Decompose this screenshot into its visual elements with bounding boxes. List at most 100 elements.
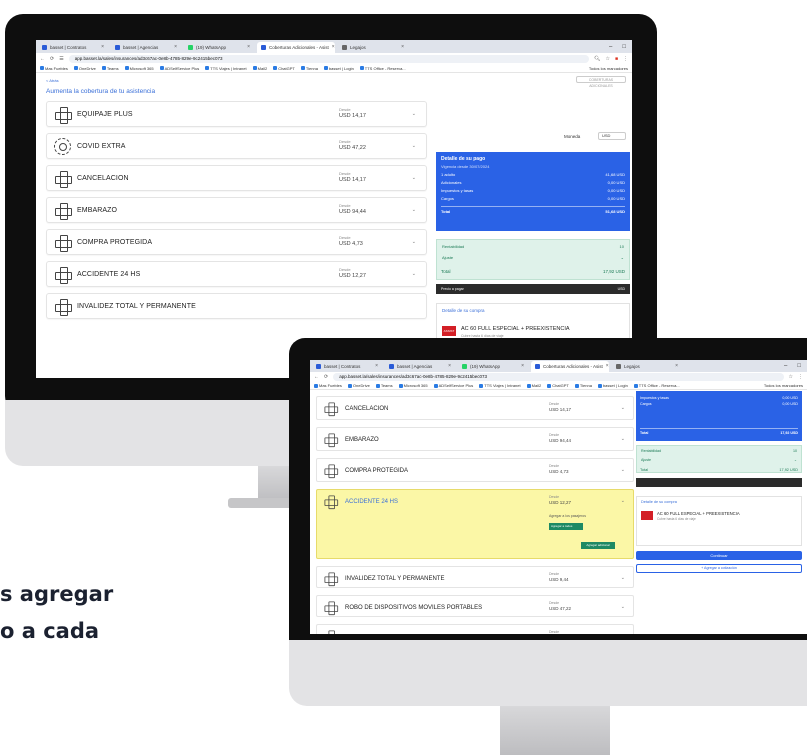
coverage-card-2[interactable]: COMPRA PROTEGIDA Desde USD 4,73 ⌄ <box>316 458 634 482</box>
chevron-down-icon[interactable]: ⌄ <box>621 604 625 610</box>
menu-icon[interactable]: ⋮ <box>623 56 628 62</box>
chevron-down-icon[interactable]: ⌄ <box>794 458 797 462</box>
bookmark-item[interactable]: Microsoft 365 <box>398 383 428 388</box>
coverage-card[interactable]: EMBARAZO Desde USD 94,44 ⌄ <box>46 197 427 223</box>
chevron-down-icon[interactable]: ⌄ <box>621 633 625 634</box>
bookmark-item[interactable]: ChatGPT <box>547 383 569 388</box>
extension-icon[interactable]: ■ <box>615 56 618 62</box>
coverage-card[interactable]: COVID EXTRA Desde USD 47,22 ⌄ <box>46 133 427 159</box>
coverage-card[interactable]: INVALIDEZ TOTAL Y PERMANENTE <box>46 293 427 319</box>
chevron-down-icon[interactable]: ⌄ <box>412 271 416 277</box>
tab-4[interactable]: Legajos × <box>338 42 408 53</box>
bookmark-item[interactable]: Teams <box>101 66 119 71</box>
bookmark-item[interactable]: ADSelfService Plus <box>159 66 199 71</box>
all-bookmarks[interactable]: Todos los marcadores <box>764 383 803 388</box>
bookmark-item[interactable]: ADSelfService Plus <box>433 383 473 388</box>
menu-icon[interactable]: ⋮ <box>798 374 803 380</box>
back-arrow-icon[interactable]: ← <box>40 56 45 62</box>
chevron-down-icon[interactable]: ⌄ <box>412 207 416 213</box>
bookmark-item[interactable]: Microsoft 365 <box>124 66 154 71</box>
chevron-down-icon[interactable]: ⌄ <box>621 467 625 473</box>
tab-0[interactable]: basset | Contratos × <box>38 42 108 53</box>
bookmark-item[interactable]: Mas Fuebles <box>314 383 342 388</box>
coverage-card[interactable]: ACCIDENTE 24 HS Desde USD 12,27 ⌄ <box>46 261 427 287</box>
chevron-down-icon[interactable]: ⌄ <box>621 498 625 504</box>
chevron-down-icon[interactable]: ⌄ <box>621 436 625 442</box>
bookmark-item[interactable]: Mas Fuebles <box>40 66 68 71</box>
minimize-icon[interactable]: – <box>784 361 787 372</box>
bookmark-item[interactable]: Tienna <box>574 383 592 388</box>
close-icon[interactable]: × <box>401 42 404 53</box>
close-icon[interactable]: × <box>606 361 609 372</box>
bookmark-item[interactable]: Mail2 <box>526 383 541 388</box>
url-input-2[interactable]: app.basset.la/sales/insurances/ad3c67ac-… <box>333 373 784 381</box>
coverage-card-2[interactable]: INVALIDEZ TOTAL Y PERMANENTE Desde USD 9,4… <box>316 566 634 588</box>
tab-2[interactable]: (19) WhatsApp × <box>184 42 254 53</box>
tab-1[interactable]: basset | Agencias × <box>111 42 181 53</box>
coverage-card-2[interactable]: CANCELACION Desde USD 14,17 ⌄ <box>316 396 634 420</box>
close-icon[interactable]: × <box>101 42 104 53</box>
minimize-icon[interactable]: – <box>609 42 612 53</box>
reload-icon[interactable]: ⟳ <box>50 56 54 62</box>
coverage-card-2[interactable]: DEPORTESDesde⌄ <box>316 624 634 634</box>
all-bookmarks[interactable]: Todos los marcadores <box>589 66 628 71</box>
close-icon[interactable]: × <box>332 42 335 53</box>
back-link[interactable]: < Atrás <box>46 78 59 83</box>
maximize-icon[interactable]: □ <box>622 42 626 53</box>
reload-icon[interactable]: ⟳ <box>324 374 328 380</box>
star-icon[interactable]: ☆ <box>789 374 793 380</box>
coverage-card-2[interactable]: EMBARAZO Desde USD 94,44 ⌄ <box>316 427 634 451</box>
chevron-down-icon[interactable]: ⌄ <box>621 255 624 260</box>
tab-4[interactable]: Legajos × <box>612 361 682 372</box>
bookmark-item[interactable]: TTS Viajes | Intranet <box>479 383 521 388</box>
bookmark-item[interactable]: Teams <box>375 383 393 388</box>
bookmark-item[interactable]: Tienna <box>300 66 318 71</box>
bookmark-item[interactable]: Mail2 <box>252 66 267 71</box>
close-icon[interactable]: × <box>174 42 177 53</box>
window-controls-2[interactable]: – □ <box>784 361 807 372</box>
coberturas-button[interactable]: COBERTURAS ADICIONALES <box>576 76 626 88</box>
passenger-select[interactable]: Agregar a todos <box>549 523 583 530</box>
tab-3[interactable]: Coberturas Adicionales - Asist × <box>257 42 335 53</box>
bookmark-item[interactable]: OneDrive <box>347 383 370 388</box>
back-arrow-icon[interactable]: ← <box>314 374 319 380</box>
close-icon[interactable]: × <box>675 361 678 372</box>
site-info-icon[interactable]: ☰ <box>59 56 63 62</box>
chevron-down-icon[interactable]: ⌄ <box>621 575 625 581</box>
chevron-down-icon[interactable]: ⌄ <box>412 111 416 117</box>
coverage-card-2[interactable]: ROBO DE DISPOSITIVOS MOVILES PORTABLES De… <box>316 595 634 617</box>
bookmark-item[interactable]: basset | Login <box>597 383 628 388</box>
tab-0[interactable]: basset | Contratos × <box>312 361 382 372</box>
continuar-button[interactable]: Continuar <box>636 551 802 560</box>
bookmark-item[interactable]: TTS Viajes | Intranet <box>205 66 247 71</box>
tab-3[interactable]: Coberturas Adicionales - Asist × <box>531 361 609 372</box>
bookmark-item[interactable]: ChatGPT <box>273 66 295 71</box>
bookmark-item[interactable]: TTS Office - Reserva... <box>359 66 406 71</box>
bookmark-item[interactable]: OneDrive <box>73 66 96 71</box>
star-icon[interactable]: ☆ <box>605 56 609 62</box>
moneda-select[interactable]: USD <box>598 132 626 140</box>
url-input[interactable]: app.basset.la/sales/insurances/ad3c67ac-… <box>68 54 590 63</box>
rentabilidad-value[interactable]: 10 <box>620 244 624 249</box>
close-icon[interactable]: × <box>247 42 250 53</box>
chevron-down-icon[interactable]: ⌄ <box>412 175 416 181</box>
tab-2[interactable]: (19) WhatsApp × <box>458 361 528 372</box>
coverage-card-2[interactable]: ACCIDENTE 24 HS Desde USD 12,27 ⌄ Agregar a … <box>316 489 634 559</box>
tab-1[interactable]: basset | Agencias × <box>385 361 455 372</box>
agregar-cotizacion-button[interactable]: + Agregar a cotización <box>636 564 802 573</box>
chevron-down-icon[interactable]: ⌄ <box>621 405 625 411</box>
maximize-icon[interactable]: □ <box>797 361 801 372</box>
window-controls[interactable]: – □ <box>609 42 632 53</box>
zoom-icon[interactable]: 🔍︎ <box>594 56 600 62</box>
coverage-card[interactable]: COMPRA PROTEGIDA Desde USD 4,73 ⌄ <box>46 229 427 255</box>
bookmark-item[interactable]: basset | Login <box>323 66 354 71</box>
add-coverage-button[interactable]: Agregar adicional <box>581 542 615 549</box>
close-icon[interactable]: × <box>521 361 524 372</box>
chevron-down-icon[interactable]: ⌄ <box>412 143 416 149</box>
close-icon[interactable]: × <box>448 361 451 372</box>
chevron-down-icon[interactable]: ⌄ <box>412 239 416 245</box>
coverage-card[interactable]: EQUIPAJE PLUS Desde USD 14,17 ⌄ <box>46 101 427 127</box>
close-icon[interactable]: × <box>375 361 378 372</box>
coverage-card[interactable]: CANCELACION Desde USD 14,17 ⌄ <box>46 165 427 191</box>
bookmark-item[interactable]: TTS Office - Reserva... <box>633 383 680 388</box>
